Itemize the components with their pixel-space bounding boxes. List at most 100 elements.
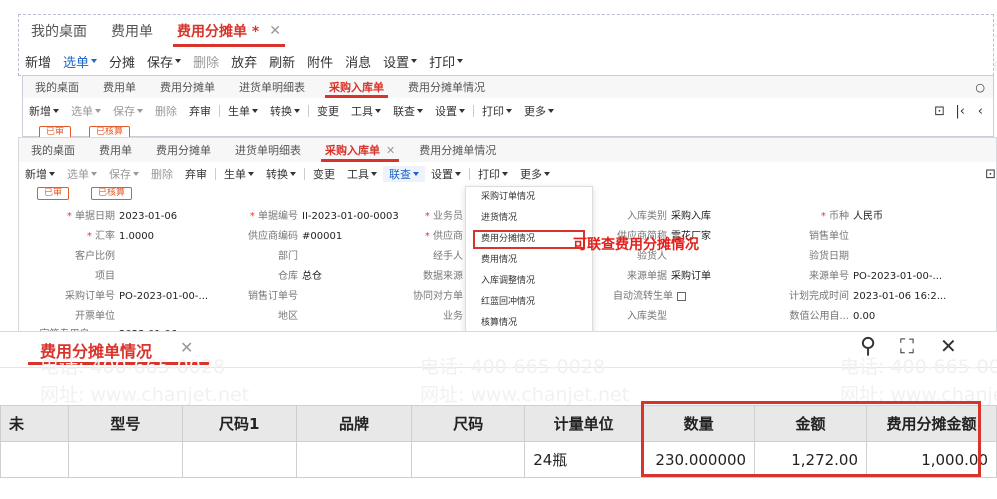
- tab-purchase-receipt[interactable]: 采购入库单: [317, 76, 396, 98]
- generate-button[interactable]: 生单: [218, 166, 260, 182]
- field-num-public[interactable]: 数值公用自... 0.00: [779, 307, 875, 322]
- new-button[interactable]: 新增: [19, 166, 61, 182]
- print-button[interactable]: 打印: [472, 166, 514, 182]
- select-doc-button[interactable]: 选单: [57, 52, 103, 71]
- tab-receipt-details[interactable]: 进货单明细表: [227, 76, 317, 98]
- tab-expense[interactable]: 费用单: [91, 76, 148, 98]
- tab-desktop[interactable]: 我的桌面: [19, 15, 99, 47]
- field-currency[interactable]: * 币种 人民币: [789, 207, 883, 222]
- field-check-date[interactable]: 验货日期: [789, 247, 849, 262]
- delete-button[interactable]: 删除: [187, 52, 225, 71]
- col-header[interactable]: 型号: [67, 405, 183, 442]
- cell[interactable]: [0, 441, 69, 478]
- field-supplier-code[interactable]: 供应商编码 #00001: [214, 227, 342, 242]
- more-button[interactable]: 更多: [518, 103, 560, 119]
- cell[interactable]: [181, 441, 297, 478]
- auto-flow-checkbox[interactable]: [677, 291, 686, 301]
- first-page-icon[interactable]: |‹: [955, 104, 965, 119]
- field-invoice-unit[interactable]: 开票单位: [19, 307, 115, 322]
- unaudit-button[interactable]: 弃审: [183, 103, 217, 119]
- field-project[interactable]: 项目: [19, 267, 115, 282]
- field-dept[interactable]: 部门: [214, 247, 298, 262]
- change-button[interactable]: 变更: [311, 103, 345, 119]
- print-preview-icon[interactable]: ⊡: [934, 104, 945, 119]
- close-icon[interactable]: ✕: [386, 144, 395, 157]
- attachment-button[interactable]: 附件: [301, 52, 339, 71]
- field-in-kind[interactable]: 入库类型: [599, 307, 667, 322]
- tab-allocation-status[interactable]: 费用分摊单情况: [407, 138, 508, 162]
- select-doc-button[interactable]: 选单: [65, 103, 107, 119]
- new-button[interactable]: 新增: [19, 52, 57, 71]
- settings-button[interactable]: 设置: [425, 166, 467, 182]
- tools-button[interactable]: 工具: [341, 166, 383, 182]
- tab-expense-allocation[interactable]: 费用分摊单 * ✕: [165, 15, 293, 47]
- prev-page-icon[interactable]: ‹: [978, 104, 983, 119]
- field-src-no[interactable]: 来源单号 PO-2023-01-00-...: [789, 267, 942, 282]
- menu-item-redblue-status[interactable]: 红蓝回冲情况: [466, 292, 592, 313]
- tab-receipt-details[interactable]: 进货单明细表: [223, 138, 313, 162]
- field-doc-no[interactable]: * 单据编号 II-2023-01-00-0003: [214, 207, 399, 222]
- field-so-no[interactable]: 销售订单号: [214, 287, 298, 302]
- linked-query-button[interactable]: 联查: [387, 103, 429, 119]
- cell[interactable]: [67, 441, 183, 478]
- cell[interactable]: [411, 441, 526, 478]
- select-doc-button[interactable]: 选单: [61, 166, 103, 182]
- field-rate[interactable]: * 汇率 1.0000: [19, 227, 154, 242]
- tab-desktop[interactable]: 我的桌面: [19, 138, 87, 162]
- col-header[interactable]: 尺码1: [181, 405, 297, 442]
- menu-item-allocation-status[interactable]: 费用分摊情况: [472, 229, 586, 250]
- settings-button[interactable]: 设置: [377, 52, 423, 71]
- save-button[interactable]: 保存: [107, 103, 149, 119]
- tab-expense-allocation[interactable]: 费用分摊单: [144, 138, 223, 162]
- save-button[interactable]: 保存: [141, 52, 187, 71]
- change-button[interactable]: 变更: [307, 166, 341, 182]
- menu-item-receipt-status[interactable]: 进货情况: [466, 208, 592, 229]
- tab-purchase-receipt[interactable]: 采购入库单 ✕: [313, 138, 407, 162]
- print-button[interactable]: 打印: [476, 103, 518, 119]
- field-handler[interactable]: 经手人: [419, 247, 463, 262]
- col-header[interactable]: 未: [0, 405, 69, 442]
- field-po-no[interactable]: 采购订单号 PO-2023-01-00-...: [19, 287, 208, 302]
- print-preview-icon[interactable]: ⊡: [985, 167, 996, 182]
- linked-query-button[interactable]: 联查: [383, 166, 425, 182]
- col-header[interactable]: 尺码: [411, 405, 526, 442]
- tab-desktop[interactable]: 我的桌面: [23, 76, 91, 98]
- more-button[interactable]: 更多: [514, 166, 556, 182]
- delete-button[interactable]: 删除: [149, 103, 183, 119]
- convert-button[interactable]: 转换: [260, 166, 302, 182]
- field-biz[interactable]: 业务: [419, 307, 463, 322]
- field-auto-flow[interactable]: 自动流转生单: [599, 287, 686, 302]
- unaudit-button[interactable]: 弃审: [179, 166, 213, 182]
- settings-button[interactable]: 设置: [429, 103, 471, 119]
- convert-button[interactable]: 转换: [264, 103, 306, 119]
- field-doc-date[interactable]: * 单据日期 2023-01-06: [19, 207, 177, 222]
- refresh-button[interactable]: 刷新: [263, 52, 301, 71]
- field-in-type[interactable]: 入库类别 采购入库: [599, 207, 711, 222]
- message-button[interactable]: 消息: [339, 52, 377, 71]
- tab-allocation-status[interactable]: 费用分摊单情况: [396, 76, 497, 98]
- field-plan-done[interactable]: 计划完成时间 2023-01-06 16:2...: [779, 287, 946, 302]
- field-src-doc[interactable]: 来源单据 采购订单: [599, 267, 711, 282]
- cell[interactable]: 24瓶: [524, 441, 644, 478]
- field-counterparty[interactable]: 协同对方单: [405, 287, 463, 302]
- menu-item-adjust-status[interactable]: 入库调整情况: [466, 271, 592, 292]
- field-cust-ratio[interactable]: 客户比例: [19, 247, 115, 262]
- field-data-source[interactable]: 数据来源: [419, 267, 463, 282]
- field-sales-unit[interactable]: 销售单位: [789, 227, 849, 242]
- save-button[interactable]: 保存: [103, 166, 145, 182]
- tab-expense[interactable]: 费用单: [99, 15, 165, 47]
- print-button[interactable]: 打印: [423, 52, 469, 71]
- col-header[interactable]: 品牌: [295, 405, 413, 442]
- col-header[interactable]: 计量单位: [524, 405, 644, 442]
- allocate-button[interactable]: 分摊: [103, 52, 141, 71]
- close-icon[interactable]: ✕: [269, 23, 281, 39]
- menu-item-po-status[interactable]: 采购订单情况: [466, 187, 592, 208]
- delete-button[interactable]: 删除: [145, 166, 179, 182]
- field-region[interactable]: 地区: [214, 307, 298, 322]
- cell[interactable]: [295, 441, 413, 478]
- field-warehouse[interactable]: 仓库 总仓: [214, 267, 322, 282]
- generate-button[interactable]: 生单: [222, 103, 264, 119]
- tab-expense[interactable]: 费用单: [87, 138, 144, 162]
- tools-button[interactable]: 工具: [345, 103, 387, 119]
- field-biz-person[interactable]: * 业务员: [419, 207, 463, 222]
